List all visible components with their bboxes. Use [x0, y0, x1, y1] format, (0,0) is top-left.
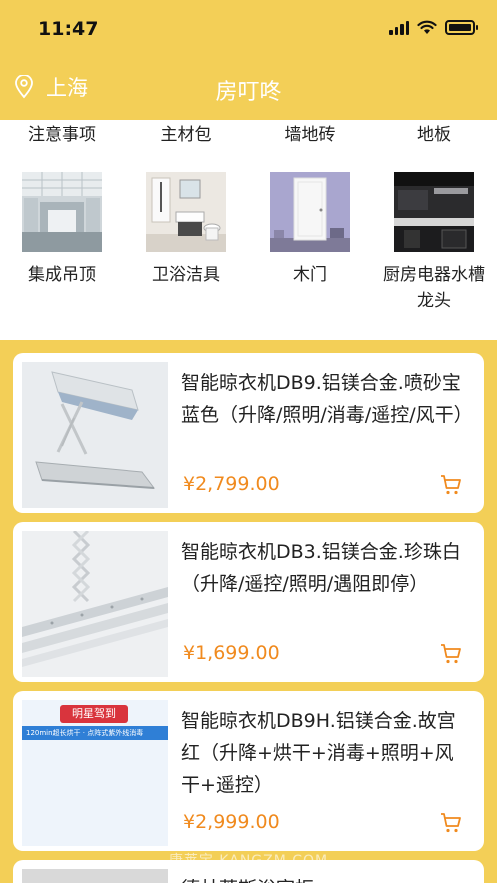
product-title: 智能晾衣机DB3.铝镁合金.珍珠白 （升降/遥控/照明/遇阻即停）: [181, 541, 461, 595]
product-badge: 明星驾到: [60, 705, 128, 723]
category-row-top: 注意事项 主材包 墙地砖 地板: [0, 120, 497, 150]
nav-bar: 上海 房叮咚: [0, 54, 497, 120]
add-to-cart-icon[interactable]: [440, 474, 462, 496]
product-promo-text: 120min超长烘干 · 点阵式紫外线消毒: [22, 726, 168, 740]
add-to-cart-icon[interactable]: [440, 643, 462, 665]
status-time: 11:47: [38, 18, 99, 40]
category-image-kitchen: [394, 172, 474, 252]
category-item-bathroom[interactable]: 卫浴洁具: [124, 172, 248, 288]
signal-icon: [389, 20, 409, 35]
product-image: [22, 531, 168, 677]
product-image: 明星驾到 120min超长烘干 · 点阵式紫外线消毒: [22, 700, 168, 846]
wifi-icon: [417, 20, 437, 34]
category-label-door: 木门: [293, 265, 327, 285]
category-item-kitchen[interactable]: 厨房电器水槽龙头: [372, 172, 496, 314]
category-image-bathroom: [146, 172, 226, 252]
page-title: 房叮咚: [215, 80, 282, 105]
category-item-door[interactable]: 木门: [248, 172, 372, 288]
category-image-ceiling: [22, 172, 102, 252]
category-label-kitchen: 厨房电器水槽龙头: [383, 265, 485, 311]
add-to-cart-icon[interactable]: [440, 812, 462, 834]
category-item-flooring[interactable]: 地板: [372, 120, 496, 145]
battery-icon: [445, 20, 478, 35]
product-price: ¥2,799.00: [183, 473, 280, 495]
category-label-bathroom: 卫浴洁具: [152, 265, 220, 285]
category-item-main-materials[interactable]: 主材包: [124, 120, 248, 145]
watermark: 康莱宝 KANGZM.COM: [168, 853, 329, 869]
category-item-notes[interactable]: 注意事项: [0, 120, 124, 145]
product-image: [22, 362, 168, 508]
category-item-tiles[interactable]: 墙地砖: [248, 120, 372, 145]
product-title: 智能晾衣机DB9H.铝镁合金.故宫红（升降+烘干+消毒+照明+风干+遥控）: [181, 710, 456, 796]
product-price: ¥1,699.00: [183, 642, 280, 664]
product-card[interactable]: 智能晾衣机DB9.铝镁合金.喷砂宝蓝色（升降/照明/消毒/遥控/风干） ¥2,7…: [13, 353, 484, 513]
category-item-ceiling[interactable]: 集成吊顶: [0, 172, 124, 288]
status-icons: [389, 20, 478, 35]
product-card[interactable]: 明星驾到 120min超长烘干 · 点阵式紫外线消毒 智能晾衣机DB9H.铝镁合…: [13, 691, 484, 851]
product-title: 德林蒂斯浴室柜: [181, 874, 314, 883]
product-title: 智能晾衣机DB9.铝镁合金.喷砂宝蓝色（升降/照明/消毒/遥控/风干）: [181, 372, 473, 426]
product-price: ¥2,999.00: [183, 811, 280, 833]
product-card[interactable]: 智能晾衣机DB3.铝镁合金.珍珠白 （升降/遥控/照明/遇阻即停） ¥1,699…: [13, 522, 484, 682]
category-image-door: [270, 172, 350, 252]
status-bar: 11:47: [0, 0, 497, 54]
product-image: [22, 869, 168, 883]
category-label-ceiling: 集成吊顶: [28, 265, 96, 285]
category-grid: 注意事项 主材包 墙地砖 地板 集成吊顶 卫浴洁具 木门 厨房电器水槽龙头: [0, 120, 497, 340]
